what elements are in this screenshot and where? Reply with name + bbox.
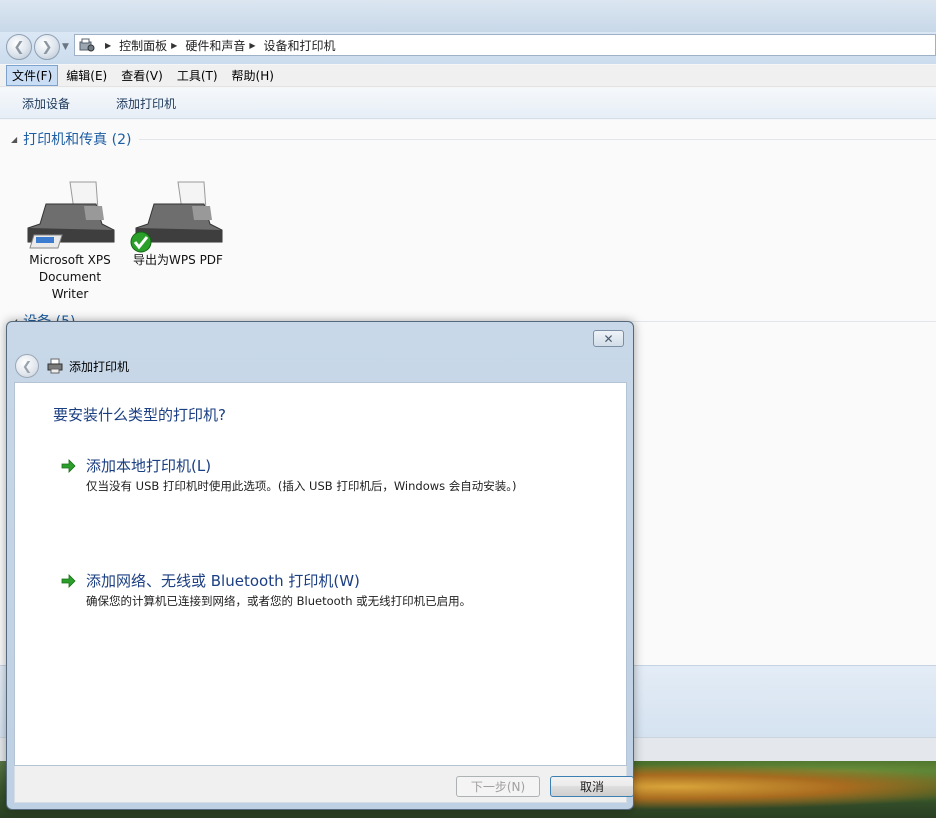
add-network-printer-description: 确保您的计算机已连接到网络，或者您的 Bluetooth 或无线打印机已启用。 <box>86 594 472 608</box>
collapse-triangle-icon[interactable]: ◢ <box>11 135 17 144</box>
default-check-icon <box>130 231 152 253</box>
menu-edit[interactable]: 编辑(E) <box>60 65 113 86</box>
breadcrumb-hardware-sound[interactable]: 硬件和声音 <box>185 37 245 54</box>
printer-item-wps-pdf[interactable]: 导出为WPS PDF <box>130 180 226 269</box>
printer-icon <box>27 181 115 249</box>
green-arrow-icon <box>60 458 76 474</box>
close-icon[interactable]: ✕ <box>593 330 624 347</box>
next-button[interactable]: 下一步(N) <box>456 776 540 797</box>
add-device-button[interactable]: 添加设备 <box>14 92 78 115</box>
menu-view[interactable]: 查看(V) <box>115 65 169 86</box>
address-bar[interactable]: ▶ 控制面板 ▶ 硬件和声音 ▶ 设备和打印机 <box>74 34 936 56</box>
menu-tools[interactable]: 工具(T) <box>171 65 224 86</box>
breadcrumb-control-panel[interactable]: 控制面板 <box>119 37 167 54</box>
printer-icon <box>47 358 63 374</box>
menu-bar: 文件(F) 编辑(E) 查看(V) 工具(T) 帮助(H) <box>0 65 936 87</box>
breadcrumb-separator-icon: ▶ <box>171 40 178 50</box>
back-icon[interactable]: ❮ <box>15 354 39 378</box>
printers-group-title: 打印机和传真 (2) <box>23 132 132 148</box>
add-local-printer-title[interactable]: 添加本地打印机(L) <box>86 455 211 476</box>
printers-group-header[interactable]: ◢ 打印机和传真 (2) <box>0 128 936 150</box>
dialog-footer: 下一步(N) 取消 <box>14 766 634 803</box>
dialog-title: 添加打印机 <box>69 359 130 374</box>
recent-pages-dropdown-icon[interactable]: ▼ <box>62 42 69 52</box>
dialog-nav-bar: ❮ 添加打印机 <box>15 350 627 382</box>
add-printer-button[interactable]: 添加打印机 <box>108 92 184 115</box>
navigation-bar: ❮ ❯ ▼ ▶ 控制面板 ▶ 硬件和声音 ▶ 设备和打印机 <box>0 32 936 64</box>
cancel-button[interactable]: 取消 <box>550 776 634 797</box>
breadcrumb-separator-icon: ▶ <box>105 40 112 50</box>
control-panel-icon <box>79 37 95 53</box>
green-arrow-icon <box>60 573 76 589</box>
command-toolbar: 添加设备 添加打印机 <box>0 88 936 119</box>
dialog-heading: 要安装什么类型的打印机? <box>53 406 226 424</box>
window-titlebar <box>0 0 936 32</box>
add-printer-dialog: ✕ ❮ 添加打印机 要安装什么类型的打印机? 添加本地打印机(L) 仅当没有 U… <box>6 321 634 810</box>
back-icon[interactable]: ❮ <box>6 34 32 60</box>
forward-icon[interactable]: ❯ <box>34 34 60 60</box>
add-network-printer-title[interactable]: 添加网络、无线或 Bluetooth 打印机(W) <box>86 570 360 591</box>
add-local-printer-description: 仅当没有 USB 打印机时使用此选项。(插入 USB 打印机后，Windows … <box>86 479 517 493</box>
breadcrumb-devices-printers[interactable]: 设备和打印机 <box>264 37 336 54</box>
printer-item-xps[interactable]: Microsoft XPS Document Writer <box>22 180 118 303</box>
printer-label-wps-pdf: 导出为WPS PDF <box>133 253 223 267</box>
breadcrumb-separator-icon: ▶ <box>249 40 256 50</box>
printer-label-xps: Microsoft XPS Document Writer <box>29 253 111 301</box>
group-divider <box>139 138 936 140</box>
menu-help[interactable]: 帮助(H) <box>226 65 280 86</box>
menu-file[interactable]: 文件(F) <box>6 65 59 86</box>
dialog-body: 要安装什么类型的打印机? 添加本地打印机(L) 仅当没有 USB 打印机时使用此… <box>14 382 627 766</box>
